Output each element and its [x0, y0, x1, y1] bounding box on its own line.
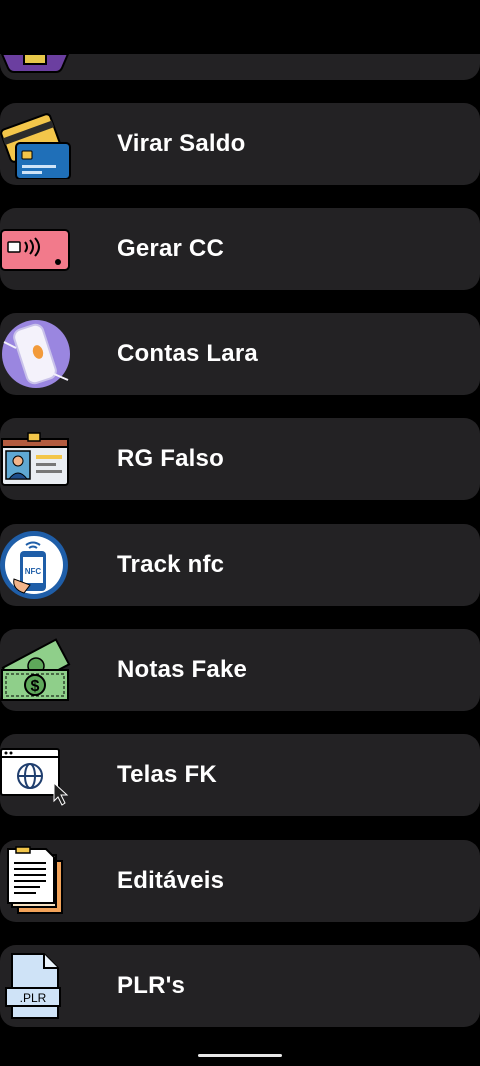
menu-item-label: Editáveis [117, 867, 225, 894]
menu-item-label: Telas FK [117, 761, 217, 788]
nfc-phone-icon: NFC [0, 531, 68, 599]
purple-box-icon-partial [0, 54, 70, 73]
menu-item-gerar-cc[interactable]: Gerar CC [0, 208, 480, 290]
nfc-text: NFC [25, 567, 42, 576]
menu-item-virar-saldo[interactable]: Virar Saldo [0, 103, 480, 185]
phone-app-icon [2, 320, 70, 388]
documents-icon [7, 846, 63, 914]
menu-item-rg-falso[interactable]: RG Falso [0, 418, 480, 500]
menu-item-contas-lara[interactable]: Contas Lara [0, 313, 480, 395]
menu-item-plrs[interactable]: .PLR PLR's [0, 945, 480, 1027]
menu-item-label: Notas Fake [117, 656, 248, 683]
home-indicator[interactable] [198, 1054, 282, 1057]
menu-item-label: Gerar CC [117, 235, 224, 262]
menu-item-editaveis[interactable]: Editáveis [0, 840, 480, 922]
menu-item-label: RG Falso [117, 445, 224, 472]
contactless-card-icon [0, 229, 70, 271]
menu-item-telas-fk[interactable]: Telas FK [0, 734, 480, 816]
browser-globe-icon [0, 748, 69, 806]
status-bar-area [0, 0, 480, 54]
id-card-icon [1, 432, 69, 486]
menu-item-track-nfc[interactable]: NFC Track nfc [0, 524, 480, 606]
menu-item-label: Virar Saldo [117, 130, 246, 157]
menu-item-notas-fake[interactable]: $ Notas Fake [0, 629, 480, 711]
plr-text: .PLR [20, 991, 47, 1005]
credit-cards-icon [0, 113, 71, 179]
plr-file-icon: .PLR [5, 953, 61, 1019]
menu-item-label: PLR's [117, 972, 186, 999]
dollar-text: $ [31, 678, 40, 695]
money-bills-icon: $ [1, 638, 71, 701]
menu-item-label: Contas Lara [117, 340, 258, 367]
menu-item-label: Track nfc [117, 551, 225, 578]
